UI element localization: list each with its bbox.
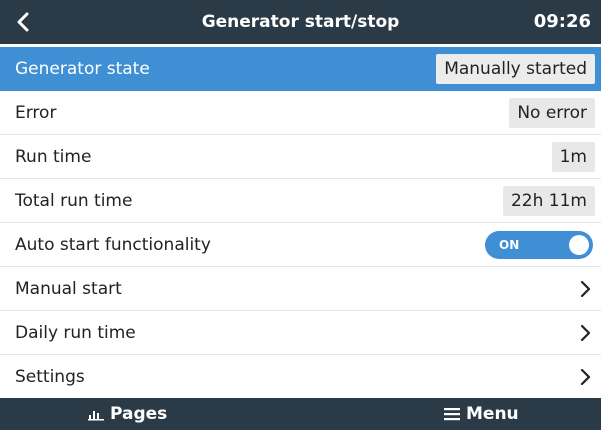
total-run-time-value: 22h 11m: [502, 185, 595, 216]
pages-label: Pages: [110, 404, 168, 424]
toggle-knob: [569, 234, 589, 255]
error-value: No error: [509, 97, 595, 128]
row-total-run-time[interactable]: Total run time 22h 11m: [0, 179, 601, 223]
row-generator-state[interactable]: Generator state Manually started: [0, 47, 601, 91]
row-label: Manual start: [15, 278, 122, 299]
chevron-right-icon: [580, 324, 591, 341]
row-label: Total run time: [15, 190, 133, 211]
row-label: Settings: [15, 366, 85, 387]
pages-button[interactable]: Pages: [88, 398, 167, 430]
chevron-right-icon: [580, 280, 591, 297]
menu-label: Menu: [466, 404, 519, 424]
row-label: Auto start functionality: [15, 234, 211, 255]
back-button[interactable]: [6, 4, 40, 40]
bar-chart-icon: [88, 407, 104, 421]
auto-start-toggle[interactable]: ON: [485, 230, 593, 259]
page-title: Generator start/stop: [201, 12, 400, 32]
menu-button[interactable]: Menu: [444, 398, 519, 430]
settings-list: Generator state Manually started Error N…: [0, 47, 601, 399]
chevron-right-icon: [580, 368, 591, 385]
row-settings[interactable]: Settings: [0, 355, 601, 399]
generator-screen: Generator start/stop 09:26 Generator sta…: [0, 0, 601, 430]
clock: 09:26: [533, 11, 591, 32]
row-daily-run-time[interactable]: Daily run time: [0, 311, 601, 355]
row-label: Run time: [15, 146, 92, 167]
run-time-value: 1m: [551, 141, 595, 172]
row-label: Generator state: [15, 58, 150, 79]
row-label: Daily run time: [15, 322, 136, 343]
row-error[interactable]: Error No error: [0, 91, 601, 135]
chevron-left-icon: [17, 12, 29, 32]
header-bar: Generator start/stop 09:26: [0, 0, 601, 44]
row-manual-start[interactable]: Manual start: [0, 267, 601, 311]
hamburger-icon: [444, 407, 460, 421]
generator-state-value: Manually started: [436, 53, 595, 84]
row-auto-start[interactable]: Auto start functionality ON: [0, 223, 601, 267]
row-run-time[interactable]: Run time 1m: [0, 135, 601, 179]
row-label: Error: [15, 102, 57, 123]
footer-bar: Pages Menu: [0, 398, 601, 430]
toggle-state-label: ON: [499, 237, 520, 252]
